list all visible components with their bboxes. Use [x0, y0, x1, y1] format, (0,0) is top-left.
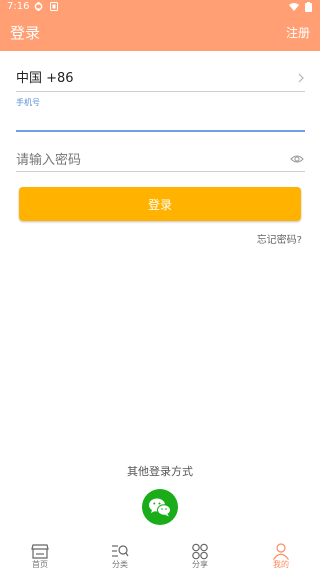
nav-item-category[interactable]: 分类: [100, 540, 140, 568]
password-field: [16, 148, 305, 172]
password-input[interactable]: [16, 150, 276, 170]
forgot-password-link[interactable]: 忘记密码?: [257, 234, 302, 248]
phone-input[interactable]: [16, 108, 305, 132]
store-icon: [31, 544, 49, 559]
top-bar: 登录 注册: [0, 14, 320, 51]
nav-item-mine[interactable]: 我的: [261, 540, 301, 568]
wechat-icon: [149, 498, 171, 517]
eye-icon[interactable]: [290, 154, 304, 164]
notification-icon: [50, 2, 58, 11]
status-bar: 7:16: [0, 0, 320, 14]
other-login-label: 其他登录方式: [127, 465, 193, 478]
phone-label: 手机号: [16, 98, 40, 107]
sync-icon: [34, 2, 43, 11]
wifi-battery-icon: [289, 2, 312, 12]
nav-item-home[interactable]: 首页: [20, 540, 60, 568]
bottom-nav: 首页 分类 分享 我的: [0, 540, 320, 568]
register-link[interactable]: 注册: [286, 25, 310, 41]
login-button[interactable]: 登录: [19, 187, 301, 221]
grid-icon: [192, 543, 208, 560]
nav-item-share[interactable]: 分享: [180, 540, 220, 568]
nav-label-home: 首页: [32, 560, 48, 568]
nav-label-mine: 我的: [273, 560, 289, 568]
wechat-login-button[interactable]: [142, 489, 178, 525]
status-time: 7:16: [7, 1, 30, 12]
nav-label-category: 分类: [112, 560, 128, 568]
chevron-right-icon: [298, 73, 304, 83]
user-icon: [273, 543, 289, 560]
country-code-text: 中国 +86: [16, 71, 74, 86]
nav-label-share: 分享: [192, 560, 208, 568]
country-code-selector[interactable]: 中国 +86: [16, 66, 305, 92]
category-search-icon: [112, 545, 129, 557]
page-title: 登录: [10, 24, 41, 42]
